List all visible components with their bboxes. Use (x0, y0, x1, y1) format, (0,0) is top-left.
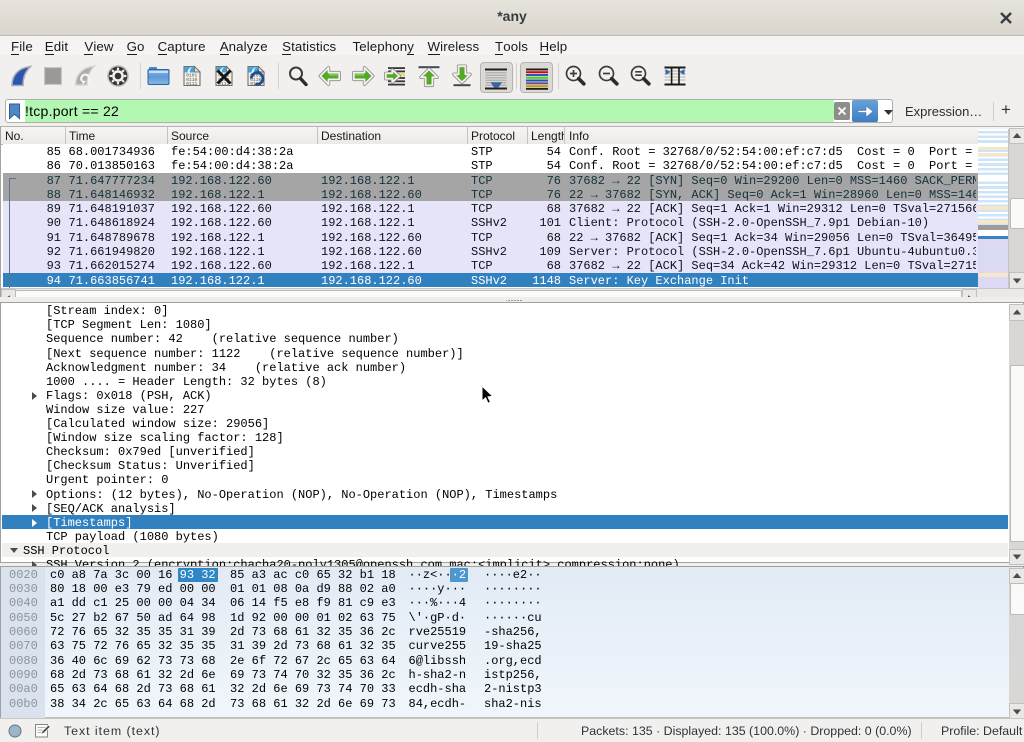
svg-text:0111: 0111 (186, 81, 197, 87)
